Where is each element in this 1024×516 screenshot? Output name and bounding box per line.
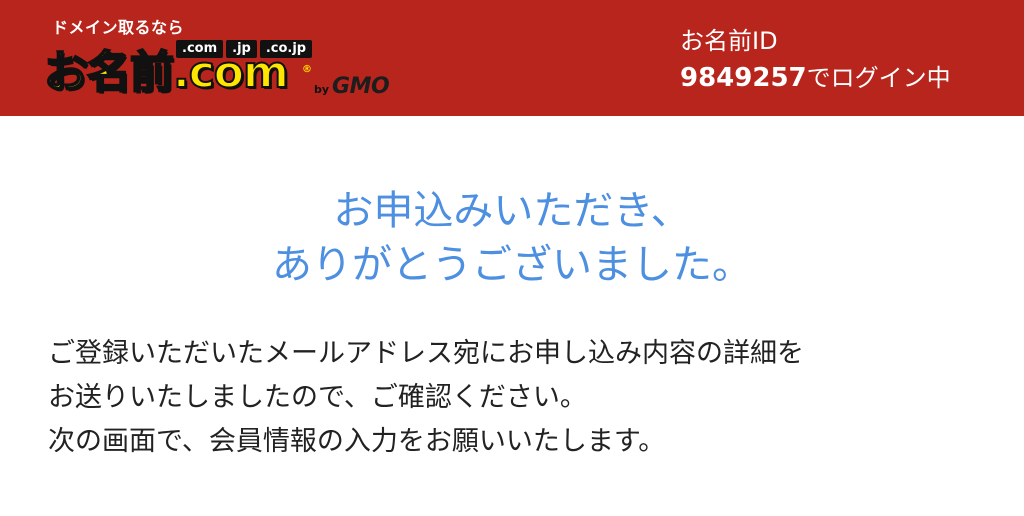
message-line: 次の画面で、会員情報の入力をお願いいたします。 [48, 426, 666, 457]
logo-tagline: ドメイン取るなら [52, 18, 185, 37]
thank-you-heading: お申込みいただき、 ありがとうございました。 [0, 184, 1024, 292]
message-line: お送りいたしましたので、ご確認ください。 [48, 382, 587, 413]
logo-byline: by GMO [314, 74, 390, 99]
account-id-value: 9849257 [680, 63, 807, 93]
login-status: 9849257でログイン中 [680, 62, 951, 94]
logo-brand-text: お名前.com [43, 47, 290, 99]
message-line: ご登録いただいたメールアドレス宛にお申し込み内容の詳細を [48, 338, 804, 369]
byline-by: by [314, 83, 330, 96]
confirmation-message: ご登録いただいたメールアドレス宛にお申し込み内容の詳細を お送りいたしましたので… [48, 332, 804, 464]
thank-you-line-2: ありがとうございました。 [272, 242, 752, 288]
login-status-text: でログイン中 [806, 64, 951, 92]
onamae-logo[interactable]: ドメイン取るなら .com .jp .co.jp お名前.com ® by GMO [43, 14, 424, 104]
registered-mark: ® [302, 64, 312, 75]
thank-you-line-1: お申込みいただき、 [333, 188, 691, 234]
account-id-label: お名前ID [680, 27, 778, 55]
gmo-logo: GMO [332, 74, 390, 99]
site-header: ドメイン取るなら .com .jp .co.jp お名前.com ® by GMO… [0, 0, 1024, 116]
account-info: お名前ID 9849257でログイン中 [680, 26, 951, 94]
